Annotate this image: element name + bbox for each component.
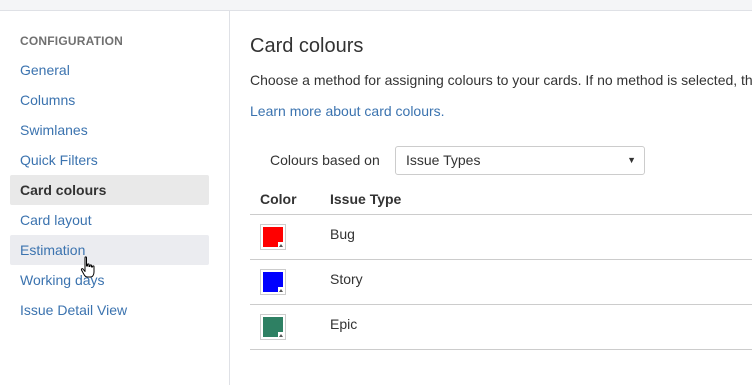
table-row: Story [250,260,752,305]
column-header-issue-type: Issue Type [330,191,402,207]
column-header-color: Color [260,191,297,207]
sidebar: CONFIGURATION General Columns Swimlanes … [0,11,230,385]
sidebar-item-general[interactable]: General [10,55,209,85]
sidebar-item-working-days[interactable]: Working days [10,265,209,295]
caret-up-icon [278,287,285,294]
colour-picker-button[interactable] [260,269,286,295]
table-row: Epic [250,305,752,350]
main-content: Card colours Choose a method for assigni… [230,11,752,385]
sidebar-nav: General Columns Swimlanes Quick Filters … [10,55,209,325]
table-header: Color Issue Type [250,185,752,215]
table-row: Bug [250,215,752,260]
issue-type-name: Story [330,271,363,287]
sidebar-item-card-colours[interactable]: Card colours [10,175,209,205]
top-bar [0,0,752,11]
description-text: Choose a method for assigning colours to… [250,72,752,88]
colours-based-on-select[interactable]: Issue Types ▼ [395,146,645,175]
issue-type-name: Bug [330,226,355,242]
caret-up-icon [278,332,285,339]
select-value: Issue Types [406,152,481,168]
sidebar-item-swimlanes[interactable]: Swimlanes [10,115,209,145]
chevron-down-icon: ▼ [627,155,636,165]
sidebar-item-card-layout[interactable]: Card layout [10,205,209,235]
learn-more-link[interactable]: Learn more about card colours. [250,103,445,119]
colour-picker-button[interactable] [260,224,286,250]
colour-picker-button[interactable] [260,314,286,340]
colours-based-on-label: Colours based on [270,152,380,168]
sidebar-item-issue-detail-view[interactable]: Issue Detail View [10,295,209,325]
sidebar-item-estimation[interactable]: Estimation [10,235,209,265]
page-title: Card colours [250,35,364,57]
table-body: Bug Story Epic [250,215,752,350]
issue-type-name: Epic [330,316,358,332]
hand-pointer-cursor-icon [80,256,95,278]
caret-up-icon [278,242,285,249]
sidebar-item-columns[interactable]: Columns [10,85,209,115]
sidebar-item-quick-filters[interactable]: Quick Filters [10,145,209,175]
sidebar-heading: CONFIGURATION [20,34,124,48]
issue-type-colour-table: Color Issue Type Bug Story Epic [250,185,752,350]
